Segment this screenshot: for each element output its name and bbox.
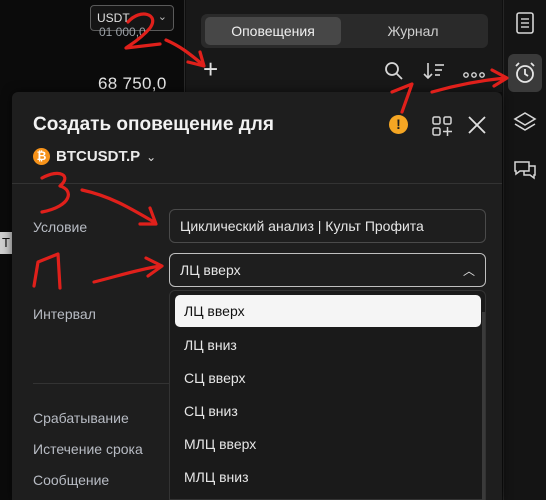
chevron-down-icon: ⌄ — [157, 11, 167, 23]
symbol-selector[interactable]: ₿ BTCUSDT.P ⌄ — [33, 148, 156, 166]
condition-select[interactable]: Циклический анализ | Культ Профита — [169, 209, 486, 243]
bitcoin-icon: ₿ — [33, 148, 50, 166]
dropdown-option[interactable]: МЛЦ вниз — [175, 461, 481, 493]
close-icon[interactable] — [467, 115, 487, 140]
watchlist-icon[interactable] — [508, 6, 542, 40]
divider — [33, 383, 169, 384]
sort-icon[interactable] — [423, 61, 445, 86]
interval-label: Интервал — [33, 306, 96, 322]
dropdown-option[interactable]: СЦ вниз — [175, 395, 481, 427]
add-widget-icon[interactable] — [432, 116, 452, 141]
price-level-top: 01 000,0 — [99, 25, 146, 39]
tab-journal[interactable]: Журнал — [345, 17, 481, 45]
symbol-label: BTCUSDT.P — [56, 148, 141, 166]
condition-value: Циклический анализ | Культ Профита — [180, 218, 424, 234]
signal-select[interactable]: ЛЦ вверх ︿ — [169, 253, 486, 287]
chat-icon[interactable] — [508, 153, 542, 187]
currency-label: USDT — [97, 11, 130, 25]
dialog-title: Создать оповещение для — [33, 114, 274, 135]
condition-label: Условие — [33, 219, 88, 235]
alarm-clock-icon[interactable] — [508, 54, 542, 92]
dropdown-option[interactable]: ЛЦ вниз — [175, 329, 481, 361]
tab-alerts[interactable]: Оповещения — [205, 17, 341, 45]
dropdown-scrollbar[interactable] — [482, 312, 485, 500]
chevron-down-icon: ⌄ — [146, 149, 157, 164]
trigger-label: Срабатывание — [33, 410, 129, 426]
dropdown-option[interactable]: СЦ вверх — [175, 362, 481, 394]
layers-icon[interactable] — [508, 105, 542, 139]
price-level: 68 750,0 — [98, 74, 167, 93]
more-icon[interactable] — [463, 66, 485, 84]
warning-icon[interactable]: ! — [389, 115, 408, 134]
expiry-label: Истечение срока — [33, 441, 143, 457]
plus-icon[interactable]: + — [203, 56, 218, 82]
message-label: Сообщение — [33, 472, 110, 488]
dropdown-option[interactable]: МЛЦ вверх — [175, 428, 481, 460]
chart-marker: T — [0, 232, 12, 254]
chevron-up-icon: ︿ — [462, 264, 475, 278]
signal-value: ЛЦ вверх — [180, 262, 241, 278]
search-icon[interactable] — [384, 61, 404, 86]
divider — [12, 183, 502, 184]
dropdown-option[interactable]: ЛЦ вверх — [175, 295, 481, 327]
